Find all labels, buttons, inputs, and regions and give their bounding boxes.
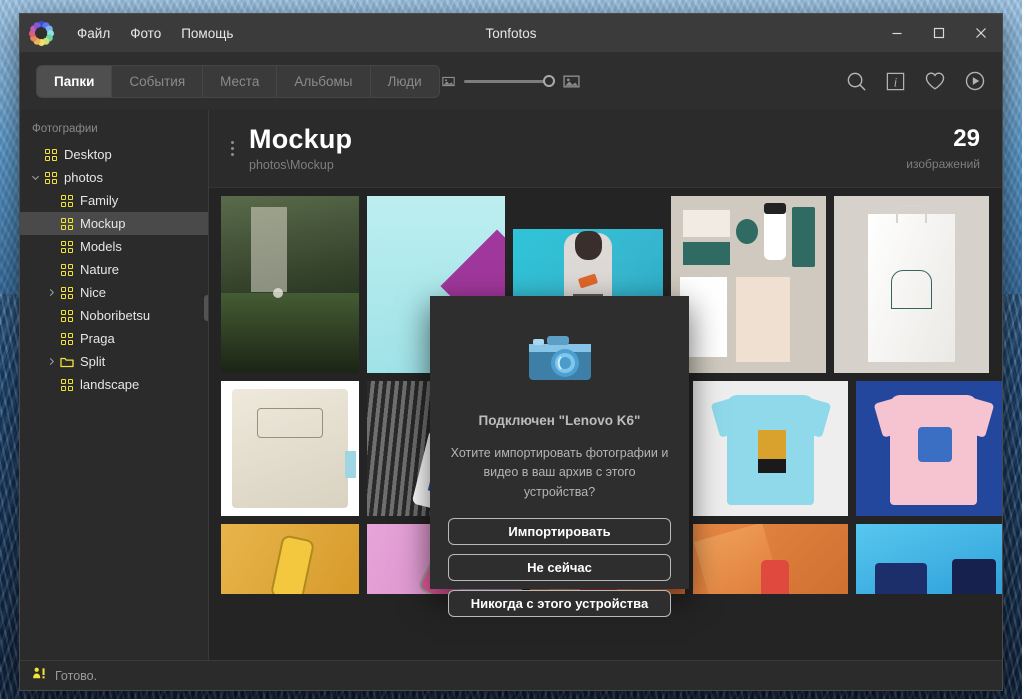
never-device-button[interactable]: Никогда с этого устройства	[448, 590, 671, 617]
sidebar-header: Фотографии	[20, 120, 208, 143]
tab-folders[interactable]: Папки	[37, 66, 112, 97]
folder-tree: Desktop photos Family Mockup Models Nature Nic…	[20, 143, 208, 396]
chevron-right-icon[interactable]	[44, 357, 58, 366]
thumbnail[interactable]	[834, 196, 989, 373]
page-title: Mockup	[249, 125, 352, 153]
window-controls	[876, 14, 1002, 52]
header-count-block: 29 изображений	[906, 127, 980, 171]
slider-knob[interactable]	[543, 75, 555, 87]
content-area: Mockup photos\Mockup 29 изображений	[209, 110, 1002, 660]
heart-icon[interactable]	[924, 70, 946, 92]
sidebar-item-label: Family	[80, 193, 118, 208]
sidebar-item-label: Praga	[80, 331, 115, 346]
sidebar-item-label: Nature	[80, 262, 119, 277]
tab-places[interactable]: Места	[203, 66, 277, 97]
sidebar-item-photos[interactable]: photos	[20, 166, 208, 189]
camera-icon	[527, 332, 593, 389]
maximize-icon[interactable]	[918, 14, 960, 52]
sidebar-item-nice[interactable]: Nice	[20, 281, 208, 304]
color-wheel-logo	[28, 20, 54, 46]
import-button[interactable]: Импортировать	[448, 518, 671, 545]
not-now-button[interactable]: Не сейчас	[448, 554, 671, 581]
menubar: Файл Фото Помощь	[68, 21, 242, 46]
thumbnail[interactable]	[693, 381, 848, 516]
menu-item-file[interactable]: Файл	[68, 21, 119, 46]
dialog-message: Хотите импортировать фотографии и видео …	[448, 444, 671, 502]
minimize-icon[interactable]	[876, 14, 918, 52]
thumbnail[interactable]	[856, 381, 1002, 516]
sidebar-item-label: Desktop	[64, 147, 112, 162]
sidebar-item-label: Models	[80, 239, 122, 254]
grid-folder-icon	[58, 195, 75, 207]
thumbnail[interactable]	[221, 524, 359, 594]
breadcrumb: photos\Mockup	[249, 158, 352, 172]
sidebar-item-label: Split	[80, 354, 105, 369]
content-header: Mockup photos\Mockup 29 изображений	[209, 110, 1002, 188]
grid-folder-icon	[58, 379, 75, 391]
statusbar: Готово.	[20, 660, 1002, 690]
sidebar: Фотографии Desktop photos Family Mockup Mode…	[20, 110, 209, 660]
sidebar-item-label: photos	[64, 170, 103, 185]
chevron-right-icon[interactable]	[44, 288, 58, 297]
header-texts: Mockup photos\Mockup	[249, 125, 352, 171]
menu-item-help[interactable]: Помощь	[172, 21, 242, 46]
sidebar-item-label: Mockup	[80, 216, 126, 231]
dialog-title: Подключен "Lenovo K6"	[479, 413, 641, 428]
plain-folder-icon	[58, 356, 75, 368]
image-count-label: изображений	[906, 157, 980, 171]
grid-folder-icon	[58, 333, 75, 345]
sidebar-item-models[interactable]: Models	[20, 235, 208, 258]
sidebar-item-split[interactable]: Split	[20, 350, 208, 373]
play-icon[interactable]	[964, 70, 986, 92]
import-dialog: Подключен "Lenovo K6" Хотите импортирова…	[430, 296, 689, 589]
sidebar-item-label: Noboribetsu	[80, 308, 150, 323]
image-count: 29	[906, 127, 980, 151]
sidebar-item-praga[interactable]: Praga	[20, 327, 208, 350]
toolbar-actions: i	[846, 70, 986, 92]
thumbnail[interactable]	[221, 381, 359, 516]
sidebar-item-label: Nice	[80, 285, 106, 300]
status-text: Готово.	[55, 669, 97, 683]
person-alert-icon	[32, 666, 47, 686]
dialog-buttons: Импортировать Не сейчас Никогда с этого …	[448, 518, 671, 617]
info-icon[interactable]: i	[885, 71, 906, 92]
sidebar-item-family[interactable]: Family	[20, 189, 208, 212]
grid-folder-icon	[58, 287, 75, 299]
sidebar-item-mockup[interactable]: Mockup	[20, 212, 208, 235]
tab-albums[interactable]: Альбомы	[277, 66, 370, 97]
thumbnail[interactable]	[671, 196, 826, 373]
grid-folder-icon	[42, 172, 59, 184]
sidebar-item-nature[interactable]: Nature	[20, 258, 208, 281]
menu-item-photo[interactable]: Фото	[121, 21, 170, 46]
grid-folder-icon	[42, 149, 59, 161]
sidebar-item-desktop[interactable]: Desktop	[20, 143, 208, 166]
close-icon[interactable]	[960, 14, 1002, 52]
grid-folder-icon	[58, 218, 75, 230]
search-icon[interactable]	[846, 71, 867, 92]
thumbnail-size-control	[442, 73, 580, 90]
grid-folder-icon	[58, 264, 75, 276]
sidebar-item-landscape[interactable]: landscape	[20, 373, 208, 396]
sidebar-item-noboribetsu[interactable]: Noboribetsu	[20, 304, 208, 327]
chevron-down-icon[interactable]	[28, 173, 42, 182]
titlebar: Файл Фото Помощь Tonfotos	[20, 14, 1002, 52]
toolbar: Папки События Места Альбомы Люди i	[20, 52, 1002, 110]
large-thumbnail-icon[interactable]	[563, 73, 580, 90]
svg-text:i: i	[894, 75, 898, 89]
grid-folder-icon	[58, 310, 75, 322]
thumbnail[interactable]	[693, 524, 848, 594]
thumbnail-size-slider[interactable]	[464, 80, 554, 83]
view-tabs: Папки События Места Альбомы Люди	[36, 65, 440, 98]
grid-folder-icon	[58, 241, 75, 253]
tab-events[interactable]: События	[112, 66, 203, 97]
more-vertical-icon[interactable]	[221, 141, 243, 156]
app-window: Файл Фото Помощь Tonfotos Папки События …	[20, 14, 1002, 690]
small-thumbnail-icon[interactable]	[442, 75, 455, 88]
thumbnail[interactable]	[221, 196, 359, 373]
tab-people[interactable]: Люди	[371, 66, 439, 97]
thumbnail[interactable]	[856, 524, 1002, 594]
sidebar-item-label: landscape	[80, 377, 139, 392]
window-body: Фотографии Desktop photos Family Mockup Mode…	[20, 110, 1002, 660]
